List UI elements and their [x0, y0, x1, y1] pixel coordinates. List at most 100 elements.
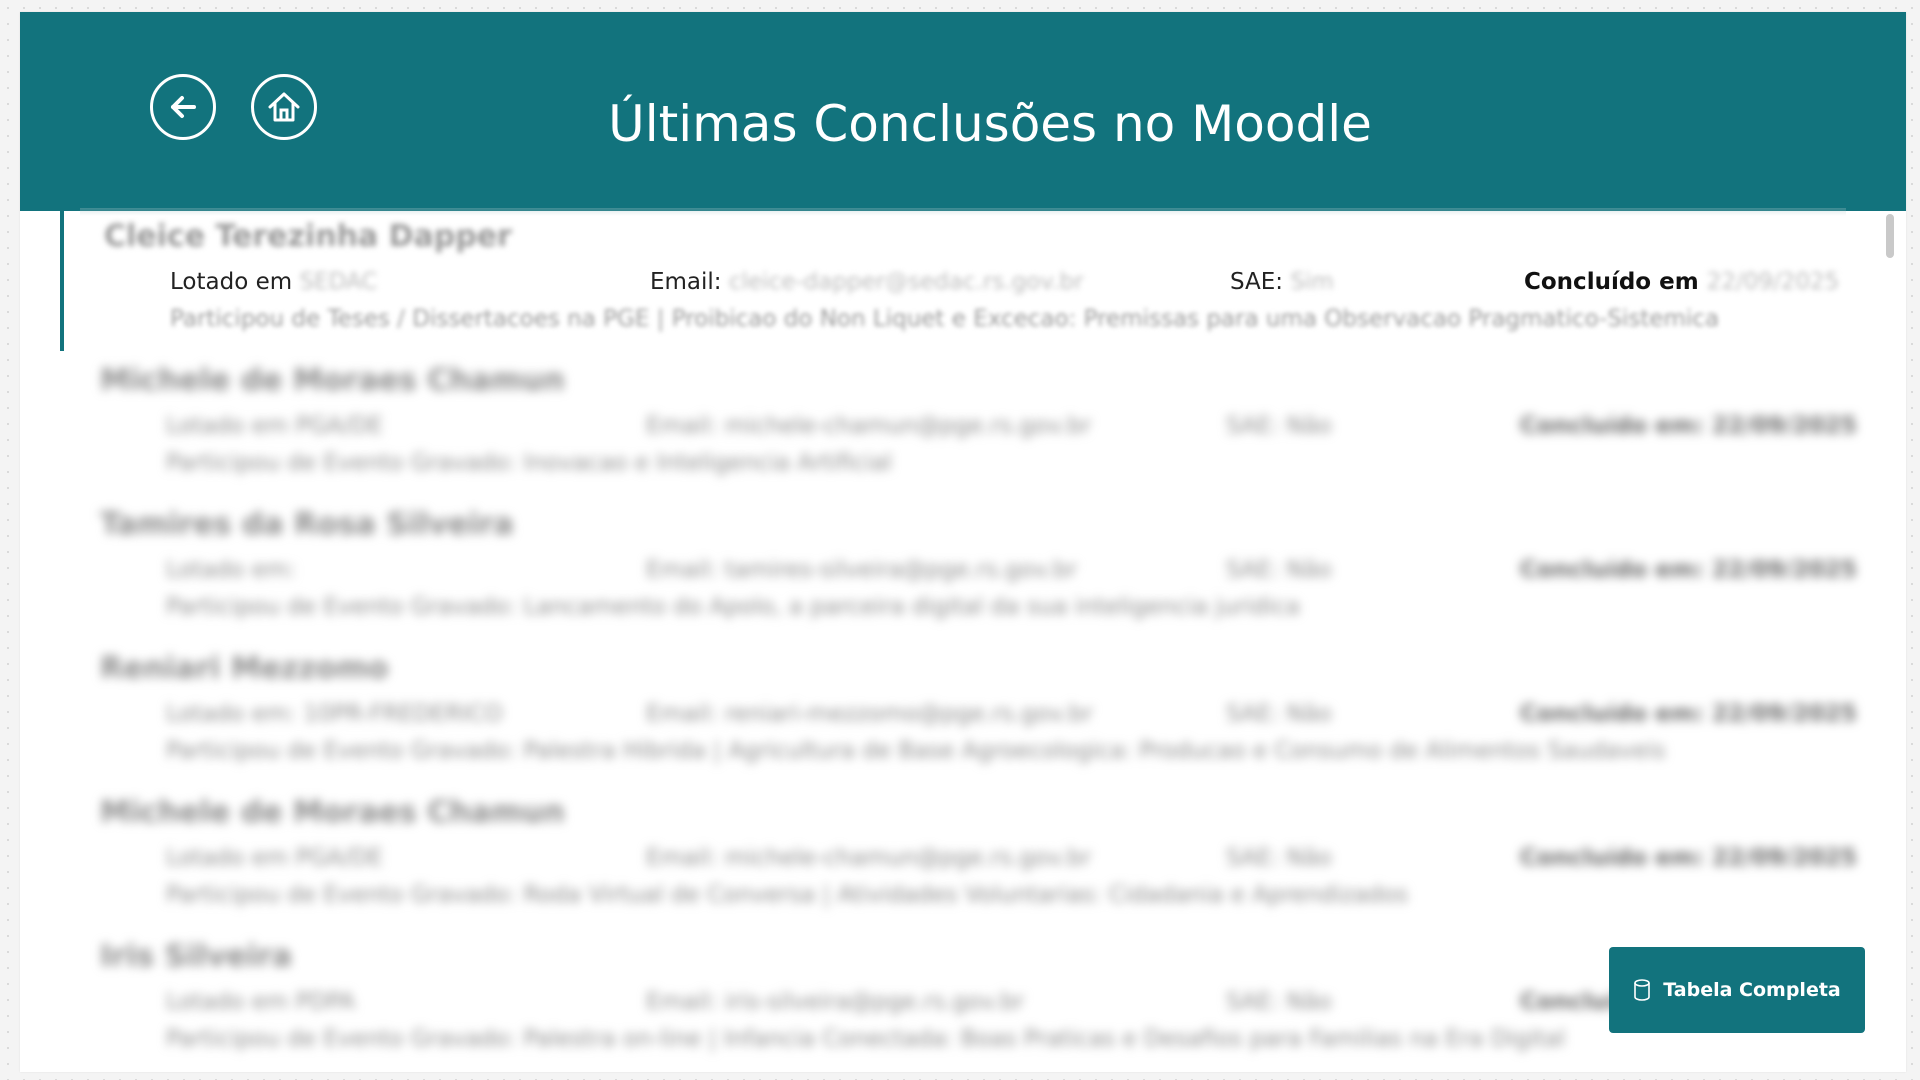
participation-text: Participou de Evento Gravado: Palestra H… — [166, 738, 1666, 764]
concluido-field: Concluído em: 22/09/2025 — [1520, 557, 1857, 583]
email-label: Email: — [646, 989, 718, 1015]
entry-name: Cleice Terezinha Dapper — [104, 219, 512, 254]
entry-name: Reniari Mezzomo — [100, 651, 389, 686]
lotado-value: PGA/DE — [295, 845, 383, 871]
email-field: Email: michele-chamun@pge.rs.gov.br — [646, 845, 1091, 871]
lotado-field: Lotado em: 10PR-FREDERICO — [166, 701, 503, 727]
sae-label: SAE: — [1230, 269, 1284, 295]
concluido-label: Concluído em: — [1520, 413, 1704, 439]
page-canvas: Últimas Conclusões no Moodle Cleice Tere… — [20, 12, 1906, 1072]
email-field: Email: cleice-dapper@sedac.rs.gov.br — [650, 269, 1083, 295]
sae-value: Não — [1286, 701, 1332, 727]
entry-details-row: Lotado em PGA/DE Email: michele-chamun@p… — [166, 845, 1866, 875]
sae-label: SAE: — [1226, 989, 1280, 1015]
concluido-field: Concluído em 22/09/2025 — [1524, 269, 1839, 295]
sae-value: Não — [1286, 989, 1332, 1015]
concluido-value: 22/09/2025 — [1711, 701, 1857, 727]
lotado-field: Lotado em PGA/DE — [166, 413, 383, 439]
email-value: cleice-dapper@sedac.rs.gov.br — [728, 269, 1084, 295]
lotado-label: Lotado em — [166, 989, 289, 1015]
sae-label: SAE: — [1226, 845, 1280, 871]
completions-list: Cleice Terezinha Dapper Lotado em SEDAC … — [20, 211, 1906, 1072]
email-label: Email: — [646, 413, 718, 439]
list-item[interactable]: Michele de Moraes Chamun Lotado em PGA/D… — [60, 355, 1857, 495]
entry-details-row: Lotado em: Email: tamires-silveira@pge.r… — [166, 557, 1866, 587]
participation-text: Participou de Teses / Dissertacoes na PG… — [170, 306, 1720, 332]
lotado-label: Lotado em — [166, 845, 289, 871]
email-value: iris-silveira@pge.rs.gov.br — [724, 989, 1025, 1015]
list-item[interactable]: Reniari Mezzomo Lotado em: 10PR-FREDERIC… — [60, 643, 1857, 783]
entry-name: Iris Silveira — [100, 939, 292, 974]
entry-participation: Participou de Teses / Dissertacoes na PG… — [170, 306, 1770, 336]
lotado-label: Lotado em: — [166, 701, 296, 727]
sae-field: SAE: Sim — [1230, 269, 1334, 295]
lotado-value: SEDAC — [299, 269, 378, 295]
page-header: Últimas Conclusões no Moodle — [20, 12, 1906, 211]
concluido-field: Concluído em: 22/09/2025 — [1520, 701, 1857, 727]
email-field: Email: tamires-silveira@pge.rs.gov.br — [646, 557, 1077, 583]
sae-field: SAE: Não — [1226, 557, 1332, 583]
concluido-label: Concluído em: — [1520, 701, 1704, 727]
concluido-label: Concluído em: — [1520, 557, 1704, 583]
list-scrollbar[interactable] — [1886, 214, 1894, 258]
sae-label: SAE: — [1226, 701, 1280, 727]
concluido-value: 22/09/2025 — [1706, 269, 1840, 295]
list-item[interactable]: Tamires da Rosa Silveira Lotado em: Emai… — [60, 499, 1857, 639]
entry-details-row: Lotado em PGA/DE Email: michele-chamun@p… — [166, 413, 1866, 443]
sae-field: SAE: Não — [1226, 845, 1332, 871]
tabela-completa-label: Tabela Completa — [1663, 979, 1841, 1001]
lotado-value: PGA/DE — [295, 413, 383, 439]
tabela-completa-button[interactable]: Tabela Completa — [1609, 947, 1865, 1033]
concluido-label: Concluído em: — [1520, 845, 1704, 871]
email-field: Email: iris-silveira@pge.rs.gov.br — [646, 989, 1024, 1015]
sae-value: Não — [1286, 845, 1332, 871]
concluido-field: Concluído em: 22/09/2025 — [1520, 413, 1857, 439]
sae-value: Não — [1286, 413, 1332, 439]
page-title: Últimas Conclusões no Moodle — [608, 95, 1372, 153]
email-value: reniari-mezzomo@pge.rs.gov.br — [724, 701, 1093, 727]
concluido-field: Concluído em: 22/09/2025 — [1520, 845, 1857, 871]
email-value: michele-chamun@pge.rs.gov.br — [724, 845, 1092, 871]
database-icon — [1633, 979, 1651, 1001]
email-field: Email: reniari-mezzomo@pge.rs.gov.br — [646, 701, 1093, 727]
list-item[interactable]: Iris Silveira Lotado em PDPA Email: iris… — [60, 931, 1850, 1071]
arrow-left-icon — [165, 89, 201, 125]
entry-details-row: Lotado em: 10PR-FREDERICO Email: reniari… — [166, 701, 1866, 731]
sae-field: SAE: Não — [1226, 701, 1332, 727]
lotado-value: PDPA — [295, 989, 356, 1015]
lotado-label: Lotado em — [166, 413, 289, 439]
entry-name: Tamires da Rosa Silveira — [100, 507, 514, 542]
email-label: Email: — [646, 557, 718, 583]
concluido-label: Concluído em — [1524, 269, 1699, 295]
email-label: Email: — [650, 269, 722, 295]
sae-value: Não — [1286, 557, 1332, 583]
lotado-label: Lotado em — [170, 269, 293, 295]
lotado-label: Lotado em: — [166, 557, 296, 583]
lotado-field: Lotado em PGA/DE — [166, 845, 383, 871]
email-value: michele-chamun@pge.rs.gov.br — [724, 413, 1092, 439]
concluido-value: 22/09/2025 — [1711, 845, 1857, 871]
sae-label: SAE: — [1226, 413, 1280, 439]
back-button[interactable] — [150, 74, 216, 140]
email-label: Email: — [646, 701, 718, 727]
sae-value: Sim — [1290, 269, 1334, 295]
entry-name: Michele de Moraes Chamun — [100, 363, 565, 398]
list-item[interactable]: Michele de Moraes Chamun Lotado em PGA/D… — [60, 787, 1857, 927]
email-value: tamires-silveira@pge.rs.gov.br — [724, 557, 1077, 583]
participation-text: Participou de Evento Gravado: Roda Virtu… — [166, 882, 1409, 908]
email-field: Email: michele-chamun@pge.rs.gov.br — [646, 413, 1091, 439]
lotado-field: Lotado em PDPA — [166, 989, 355, 1015]
sae-field: SAE: Não — [1226, 989, 1332, 1015]
sae-label: SAE: — [1226, 557, 1280, 583]
concluido-value: 22/09/2025 — [1711, 413, 1857, 439]
lotado-field: Lotado em SEDAC — [170, 269, 377, 295]
participation-text: Participou de Evento Gravado: Inovacao e… — [166, 450, 892, 476]
participation-text: Participou de Evento Gravado: Lancamento… — [166, 594, 1300, 620]
home-icon — [264, 87, 304, 127]
list-item-selected[interactable]: Cleice Terezinha Dapper Lotado em SEDAC … — [60, 211, 1854, 351]
lotado-value: 10PR-FREDERICO — [303, 701, 503, 727]
home-button[interactable] — [251, 74, 317, 140]
concluido-value: 22/09/2025 — [1711, 557, 1857, 583]
sae-field: SAE: Não — [1226, 413, 1332, 439]
lotado-field: Lotado em: — [166, 557, 296, 583]
